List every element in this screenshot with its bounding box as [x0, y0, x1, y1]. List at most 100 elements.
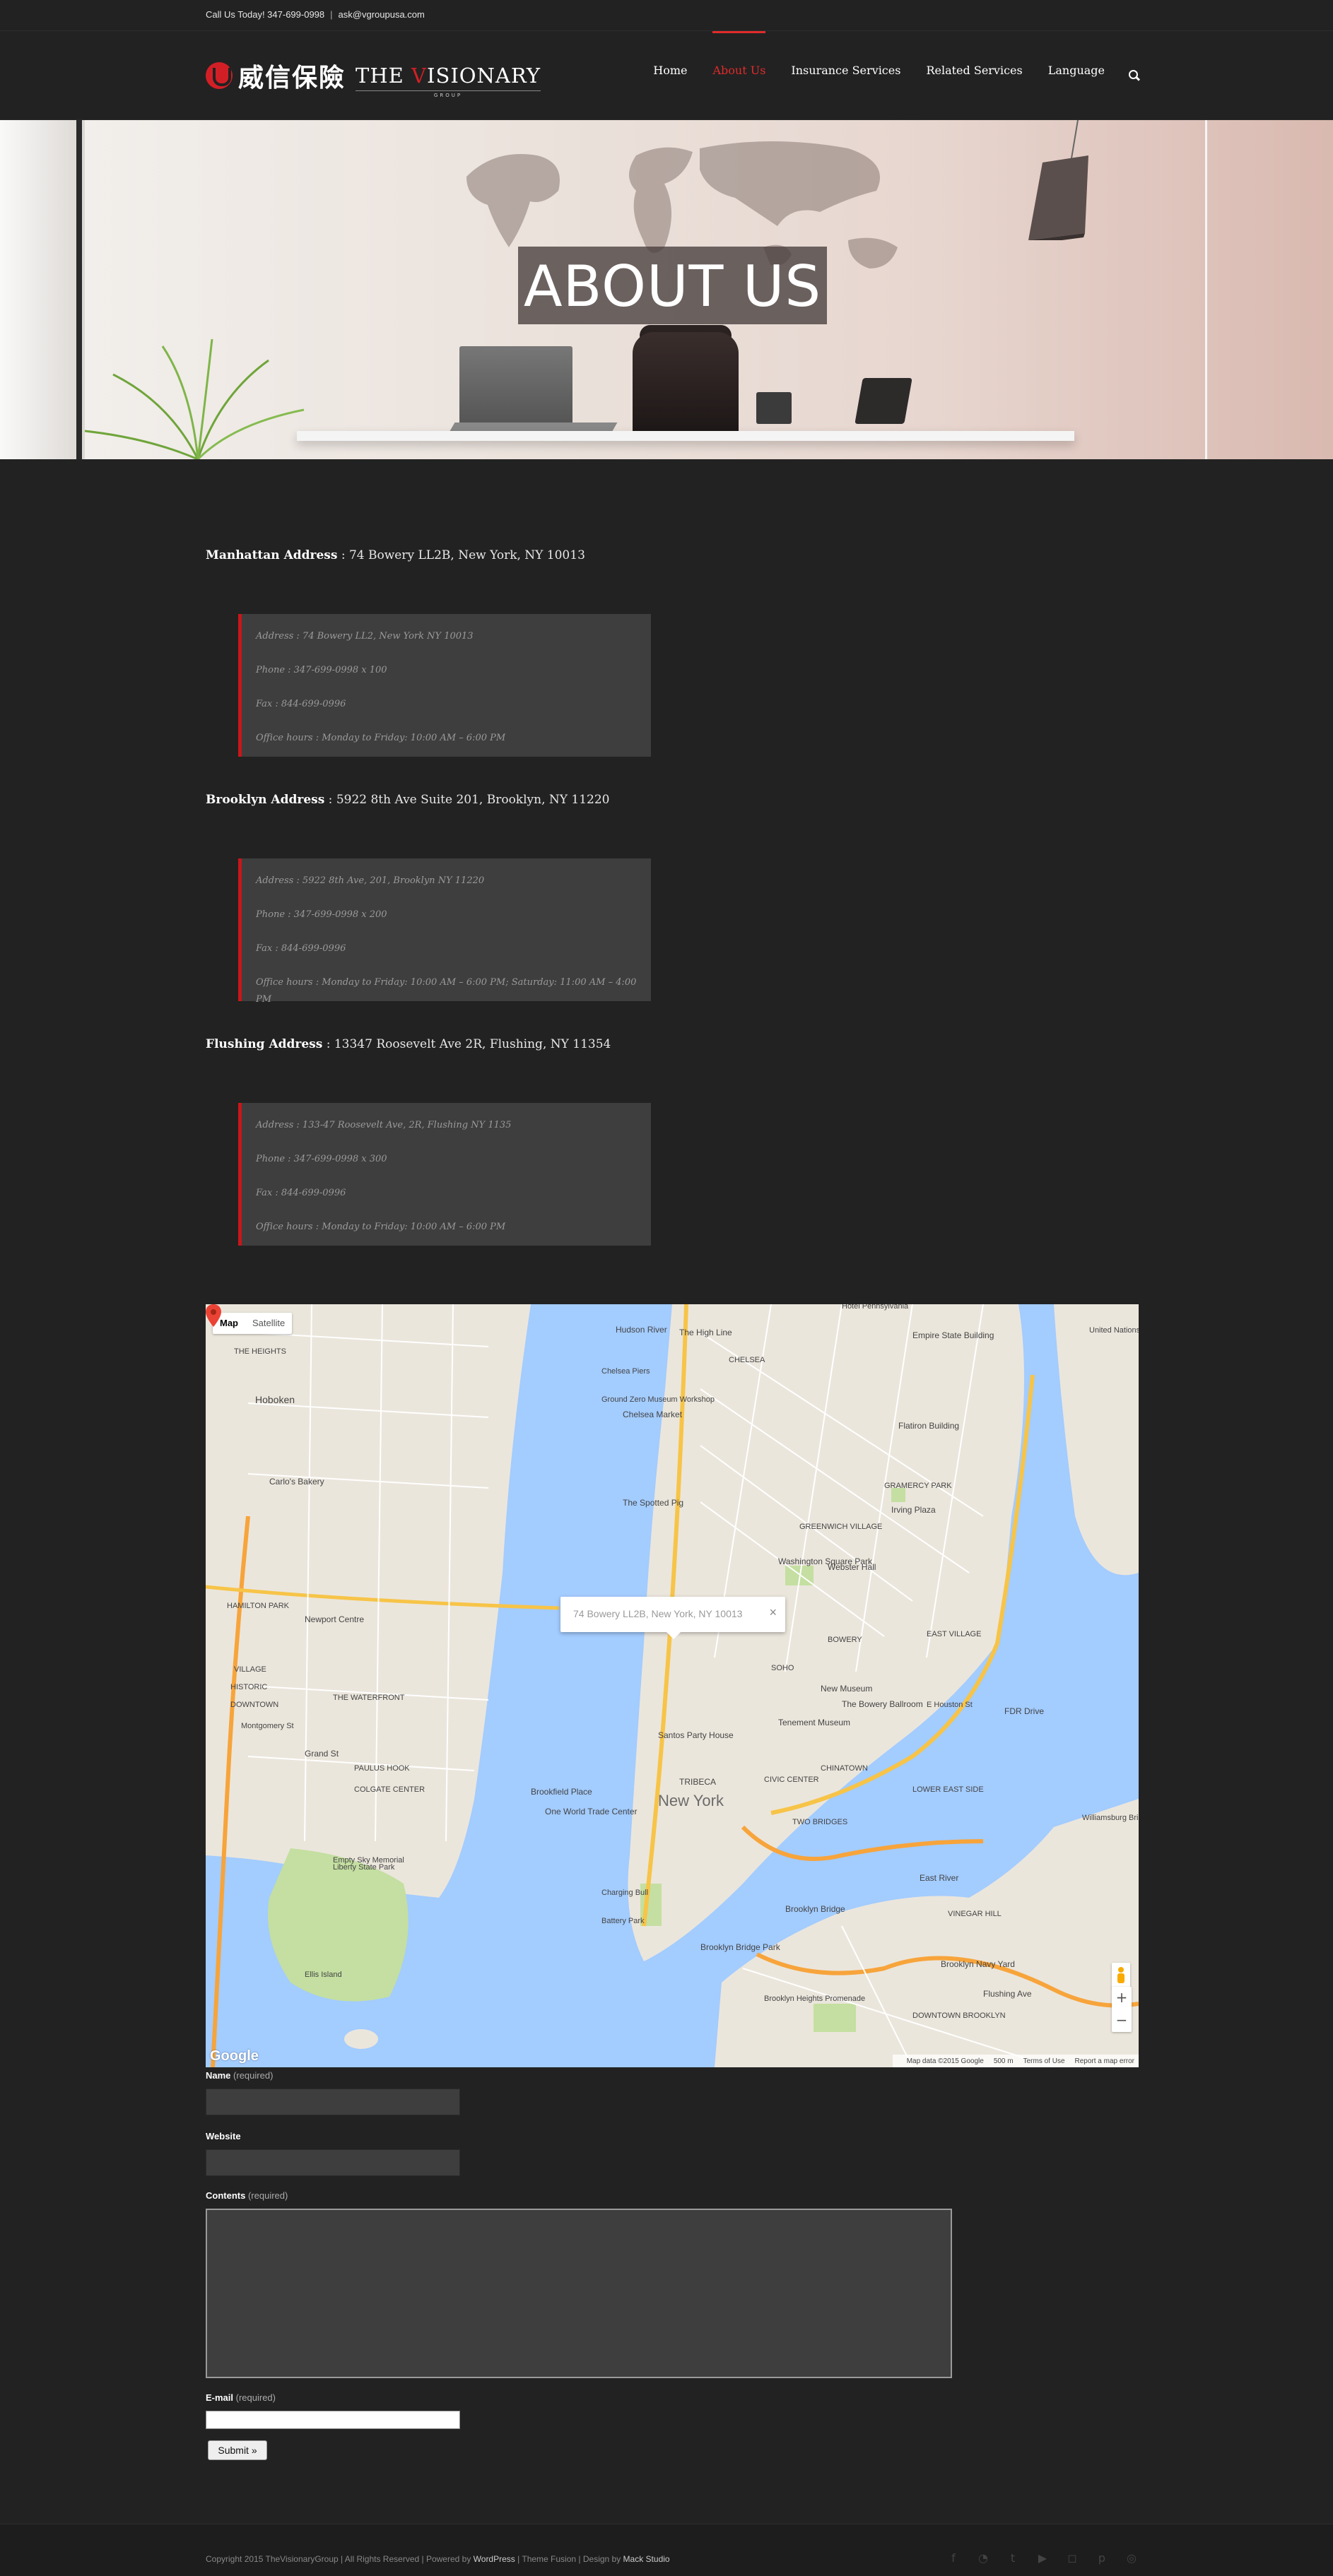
submit-button[interactable]: Submit » [208, 2440, 267, 2460]
map-label: Charging Bull [601, 1889, 648, 1897]
wordpress-link[interactable]: WordPress [474, 2554, 515, 2564]
footer: Copyright 2015 TheVisionaryGroup | All R… [0, 2524, 1333, 2576]
chair-illustration [633, 332, 739, 438]
map-label: Battery Park [601, 1917, 645, 1925]
website-label: Website [206, 2131, 241, 2141]
fax-line: Fax : 844-699-0996 [256, 699, 346, 709]
map-label: Brooklyn Bridge Park [700, 1942, 781, 1952]
main-nav: Home About Us Insurance Services Related… [628, 31, 1140, 120]
hours-line: Office hours : Monday to Friday: 10:00 A… [256, 733, 506, 743]
flushing-box: Address : 133-47 Roosevelt Ave, 2R, Flus… [238, 1103, 651, 1246]
map-label: LOWER EAST SIDE [912, 1785, 984, 1794]
map-label: THE WATERFRONT [333, 1694, 405, 1702]
separator: | [330, 9, 333, 20]
facebook-icon[interactable]: f [946, 2551, 961, 2565]
logo-chinese: 威信保險 [238, 64, 346, 93]
instagram-icon[interactable]: ◻ [1065, 2551, 1079, 2565]
website-input[interactable] [206, 2149, 460, 2176]
phone-line: Phone : 347-699-0998 x 100 [256, 665, 387, 675]
map-scale[interactable]: 500 m [994, 2057, 1014, 2065]
plant-illustration [85, 338, 305, 459]
laptop-illustration [459, 346, 572, 424]
map-label: Webster Hall [828, 1562, 876, 1572]
map-label: Tenement Museum [778, 1718, 850, 1727]
flushing-heading: Flushing Address : 13347 Roosevelt Ave 2… [206, 1037, 611, 1051]
map-label: Chelsea Market [623, 1410, 683, 1419]
name-input[interactable] [206, 2088, 460, 2115]
map-label: Newport Centre [305, 1614, 364, 1624]
map-label: Montgomery St [241, 1722, 294, 1730]
google-map[interactable]: Hoboken Carlo's Bakery HAMILTON PARK Newpor… [206, 1304, 1139, 2067]
nav-about-us[interactable]: About Us [712, 31, 765, 120]
map-label: VILLAGE [234, 1665, 266, 1674]
map-label: FDR Drive [1004, 1706, 1044, 1716]
nav-insurance-services[interactable]: Insurance Services [791, 31, 900, 120]
map-label: The Spotted Pig [623, 1498, 683, 1508]
map-terms-link[interactable]: Terms of Use [1023, 2057, 1065, 2065]
map-label: Brooklyn Bridge [785, 1904, 845, 1914]
page-title: ABOUT US [523, 254, 822, 319]
map-label: One World Trade Center [545, 1807, 638, 1816]
map-label: Hotel Pennsylvania [842, 1304, 909, 1311]
lamp-illustration [1028, 120, 1088, 240]
map-report-link[interactable]: Report a map error [1075, 2057, 1134, 2065]
map-label: BOWERY [828, 1636, 862, 1644]
map-label: TRIBECA [679, 1777, 716, 1787]
nav-language[interactable]: Language [1048, 31, 1105, 120]
twitter-icon[interactable]: t [1006, 2551, 1020, 2565]
map-label: HISTORIC [230, 1683, 267, 1691]
map-tiles: Hoboken Carlo's Bakery HAMILTON PARK Newpor… [206, 1304, 1139, 2067]
logo-group: GROUP [356, 90, 541, 98]
map-label: Ground Zero Museum Workshop [601, 1395, 715, 1404]
hero-banner: ABOUT US [0, 120, 1333, 459]
map-label: Santos Party House [658, 1730, 734, 1740]
map-label: DOWNTOWN [230, 1701, 278, 1709]
close-icon[interactable]: × [769, 1605, 777, 1620]
map-label: Irving Plaza [891, 1505, 936, 1515]
address-line: Address : 5922 8th Ave, 201, Brooklyn NY… [256, 875, 485, 886]
map-info-text: 74 Bowery LL2B, New York, NY 10013 [573, 1608, 743, 1619]
rss-icon[interactable]: ◔ [976, 2551, 990, 2565]
designer-link[interactable]: Mack Studio [623, 2554, 670, 2564]
logo-english: THE VISIONARY GROUP [356, 64, 541, 98]
map-data-text: Map data ©2015 Google [906, 2057, 984, 2065]
map-label: CHINATOWN [821, 1764, 868, 1773]
laptop-base [450, 423, 618, 431]
map-label: Hudson River [616, 1325, 667, 1335]
email-link[interactable]: ask@vgroupusa.com [339, 9, 425, 20]
email-label: E-mail (required) [206, 2392, 276, 2403]
map-marker-icon[interactable] [206, 1304, 221, 1327]
address-line: Address : 133-47 Roosevelt Ave, 2R, Flus… [256, 1120, 512, 1130]
map-label: Empire State Building [912, 1330, 994, 1340]
map-label: Chelsea Piers [601, 1367, 650, 1376]
map-label: United Nations Headquarters [1089, 1326, 1139, 1335]
contents-textarea[interactable] [206, 2209, 952, 2378]
map-label: Flatiron Building [898, 1421, 959, 1431]
map-label: GREENWICH VILLAGE [799, 1523, 882, 1531]
copyright: Copyright 2015 TheVisionaryGroup | All R… [206, 2554, 670, 2564]
zoom-control[interactable]: + − [1112, 1987, 1132, 2032]
google-logo[interactable]: Google [210, 2048, 259, 2064]
map-label: E Houston St [927, 1701, 973, 1709]
youtube-icon[interactable]: ▶ [1035, 2551, 1050, 2565]
nav-related-services[interactable]: Related Services [926, 31, 1022, 120]
map-label: COLGATE CENTER [354, 1785, 425, 1794]
search-icon[interactable] [1129, 70, 1140, 81]
email-input[interactable] [206, 2411, 460, 2429]
phone-illustration [855, 378, 912, 424]
map-label: HAMILTON PARK [227, 1602, 290, 1610]
map-label: Grand St [305, 1749, 339, 1759]
nav-home[interactable]: Home [653, 31, 687, 120]
map-label: Ellis Island [305, 1971, 342, 1979]
street-view-pegman-icon[interactable] [1112, 1963, 1130, 1988]
dribbble-icon[interactable]: ◎ [1124, 2551, 1139, 2565]
map-label: Brooklyn Heights Promenade [764, 1995, 865, 2003]
logo[interactable]: 威信保險 THE VISIONARY GROUP [206, 59, 541, 98]
map-type-satellite[interactable]: Satellite [245, 1313, 292, 1334]
map-type-control[interactable]: Map Satellite [213, 1313, 293, 1334]
pinterest-icon[interactable]: p [1095, 2551, 1109, 2565]
map-label: GRAMERCY PARK [884, 1482, 952, 1490]
logo-visionary: ISIONARY [427, 64, 541, 88]
zoom-out-button[interactable]: − [1112, 2009, 1132, 2032]
zoom-in-button[interactable]: + [1112, 1987, 1132, 2009]
